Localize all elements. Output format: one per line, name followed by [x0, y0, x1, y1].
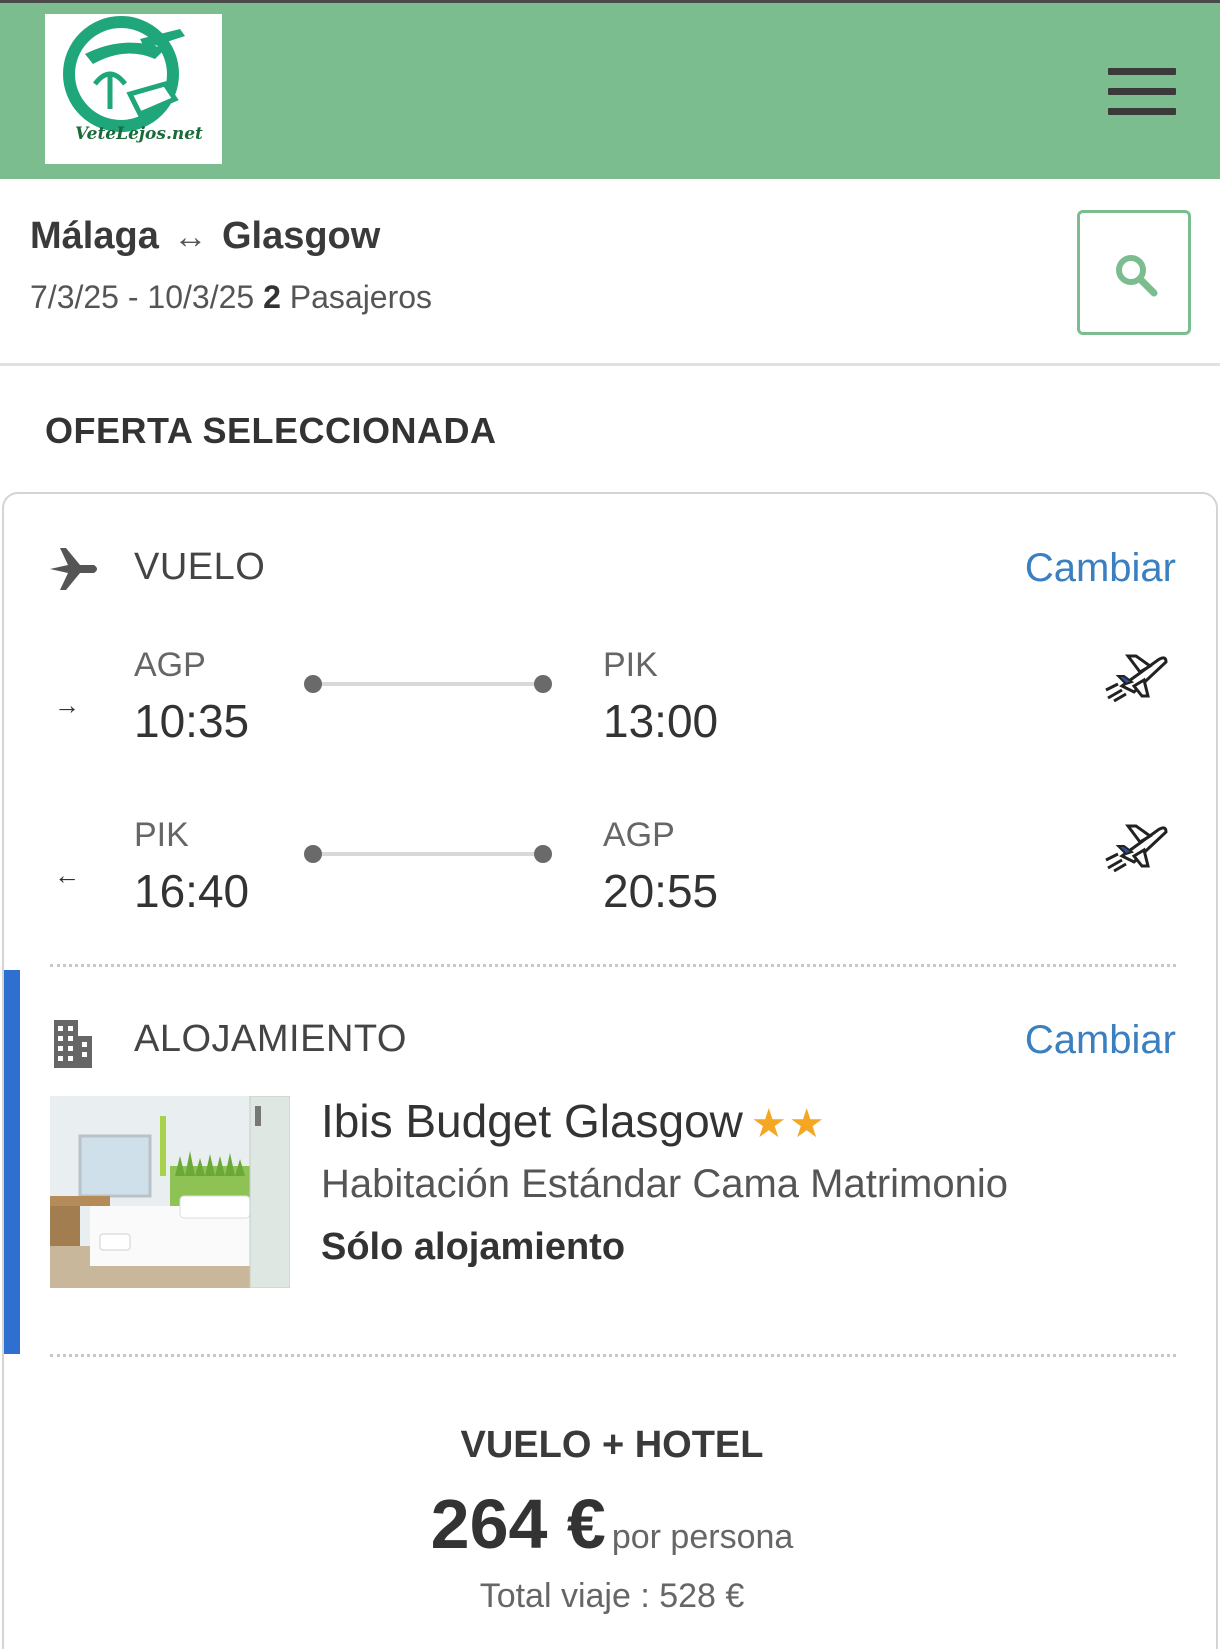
hotel-photo[interactable] [50, 1096, 290, 1288]
flight-label: VUELO [134, 546, 266, 588]
departure-time: 10:35 [134, 695, 250, 747]
total-price: Total viaje : 528 € [479, 1577, 745, 1615]
change-flight-link[interactable]: Cambiar [1025, 546, 1176, 591]
outbound-arrow-icon: → [54, 690, 80, 720]
route-end-dot [534, 675, 552, 693]
destination-city: Glasgow [221, 215, 381, 257]
room-type: Habitación Estándar Cama Matrimonio [321, 1162, 1008, 1206]
search-summary: Málaga ↔ Glasgow 7/3/25 - 10/3/25 2 Pasa… [0, 179, 1220, 366]
flight-route-line [313, 852, 543, 856]
arrival-airport: AGP [603, 816, 675, 854]
price-per-person: 264 € [430, 1485, 606, 1563]
divider [50, 1354, 1176, 1357]
arrival-time: 20:55 [603, 865, 719, 917]
hotel-name: Ibis Budget Glasgow ★★ [321, 1094, 827, 1148]
star-rating-icon: ★★ [750, 1102, 827, 1146]
hotel-name-text: Ibis Budget Glasgow [321, 1095, 743, 1147]
flight-route-line [313, 682, 543, 686]
flight-header: VUELO Cambiar [4, 538, 1220, 598]
site-logo[interactable]: VeteLejos.net [45, 14, 222, 164]
accommodation-header: ALOJAMIENTO Cambiar [4, 1010, 1220, 1070]
route-end-dot [534, 845, 552, 863]
round-trip-arrow-icon: ↔ [173, 218, 208, 256]
passenger-count: 2 [263, 279, 281, 315]
section-title: OFERTA SELECCIONADA [45, 410, 497, 451]
departure-time: 16:40 [134, 865, 250, 917]
route-start-dot [304, 675, 322, 693]
board-type: Sólo alojamiento [321, 1226, 626, 1268]
price-line: 264 € por persona [4, 1484, 1220, 1564]
route: Málaga ↔ Glasgow [30, 215, 380, 258]
return-leg: ← PIK 16:40 AGP 20:55 [4, 816, 1220, 936]
departure-airport: PIK [134, 816, 189, 854]
plane-icon [48, 546, 100, 597]
logo-wordmark: VeteLejos.net [75, 124, 203, 144]
route-start-dot [304, 845, 322, 863]
return-arrow-icon: ← [54, 860, 80, 890]
divider [50, 964, 1176, 967]
arrival-airport: PIK [603, 646, 658, 684]
change-accommodation-link[interactable]: Cambiar [1025, 1018, 1176, 1063]
trip-dates: 7/3/25 - 10/3/25 [30, 279, 255, 315]
departure-airport: AGP [134, 646, 206, 684]
passenger-label: Pasajeros [289, 279, 433, 315]
hamburger-menu-icon[interactable] [1108, 68, 1176, 116]
logo-icon: VeteLejos.net [63, 16, 203, 144]
package-title: VUELO + HOTEL [460, 1424, 764, 1466]
site-header: VeteLejos.net [0, 3, 1220, 179]
flight-details-plane-icon[interactable] [1104, 816, 1170, 877]
origin-city: Málaga [30, 215, 159, 257]
selected-offer-card: VUELO Cambiar → AGP 10:35 PIK 13:00 ← PI… [2, 492, 1218, 1649]
building-icon [48, 1018, 94, 1075]
outbound-leg: → AGP 10:35 PIK 13:00 [4, 646, 1220, 766]
trip-details: 7/3/25 - 10/3/25 2 Pasajeros [30, 279, 432, 316]
search-icon [1116, 255, 1158, 297]
modify-search-button[interactable] [1077, 210, 1191, 335]
accommodation-label: ALOJAMIENTO [134, 1018, 407, 1060]
price-unit: por persona [611, 1518, 794, 1556]
arrival-time: 13:00 [603, 695, 719, 747]
flight-details-plane-icon[interactable] [1104, 646, 1170, 707]
